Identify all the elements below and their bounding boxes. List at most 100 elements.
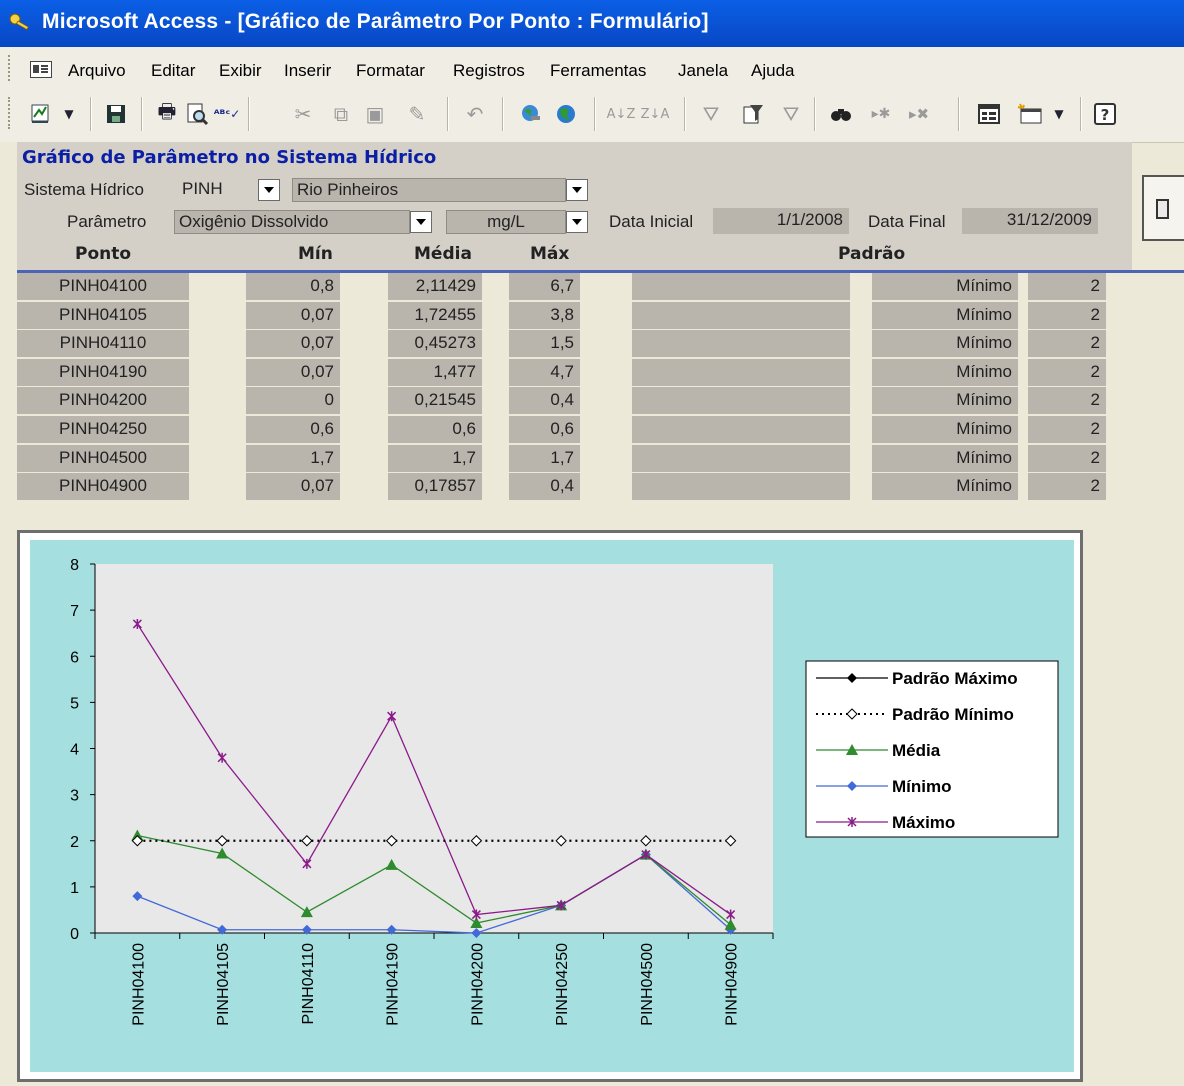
cell-padrao-valor[interactable]: 2	[1028, 416, 1106, 443]
cell-padrao-valor[interactable]: 2	[1028, 387, 1106, 415]
cell-ponto[interactable]: PINH04190	[17, 358, 189, 386]
sistema-code-dropdown-icon[interactable]	[258, 179, 280, 201]
new-object-icon[interactable]	[1017, 101, 1043, 127]
spelling-icon[interactable]: ᴬᴮᶜ✓	[214, 101, 241, 127]
menu-arquivo[interactable]: Arquivo	[68, 61, 126, 81]
copy-icon[interactable]: ⧉	[328, 101, 354, 127]
insert-hyperlink-icon[interactable]	[518, 101, 544, 127]
cell-max[interactable]: 4,7	[509, 358, 580, 386]
cell-media[interactable]: 0,17857	[388, 473, 482, 501]
cell-padrao-tipo[interactable]: Mínimo	[872, 330, 1018, 358]
menu-formatar[interactable]: Formatar	[356, 61, 425, 81]
cell-max[interactable]: 1,5	[509, 330, 580, 358]
unit-combo[interactable]: mg/L	[446, 210, 566, 234]
cell-padrao-tipo[interactable]: Mínimo	[872, 273, 1018, 300]
menu-exibir[interactable]: Exibir	[219, 61, 262, 81]
cell-media[interactable]: 0,45273	[388, 330, 482, 358]
print-icon[interactable]: 🖶	[154, 99, 180, 127]
delete-record-icon[interactable]: ▸✖	[906, 101, 932, 127]
cell-max[interactable]: 0,6	[509, 416, 580, 443]
cell-padrao-tipo[interactable]: Mínimo	[872, 301, 1018, 329]
unit-dropdown-icon[interactable]	[566, 211, 588, 233]
view-dropdown-icon[interactable]: ▼	[62, 101, 76, 127]
cut-icon[interactable]: ✂	[290, 101, 316, 127]
cell-max[interactable]: 3,8	[509, 301, 580, 329]
cell-media[interactable]: 1,7	[388, 444, 482, 472]
view-icon[interactable]	[30, 101, 56, 127]
filter-by-selection-icon[interactable]: ⛛	[698, 101, 724, 127]
cell-padrao-valor[interactable]: 2	[1028, 273, 1106, 300]
cell-padrao-valor[interactable]: 2	[1028, 330, 1106, 358]
new-object-dropdown-icon[interactable]: ▼	[1052, 101, 1066, 127]
cell-padrao-blank[interactable]	[632, 387, 850, 415]
apply-filter-icon[interactable]: ⛛	[778, 101, 804, 127]
parametro-combo[interactable]: Oxigênio Dissolvido	[174, 210, 410, 234]
undo-icon[interactable]: ↶	[462, 101, 488, 127]
sort-ascending-icon[interactable]: A↓Z	[607, 101, 636, 127]
menu-grip[interactable]	[8, 55, 13, 81]
cell-padrao-blank[interactable]	[632, 330, 850, 358]
cell-max[interactable]: 1,7	[509, 444, 580, 472]
toolbar-grip[interactable]	[8, 97, 13, 129]
cell-media[interactable]: 1,477	[388, 358, 482, 386]
sistema-name-combo[interactable]: Rio Pinheiros	[292, 178, 566, 202]
menu-janela[interactable]: Janela	[678, 61, 728, 81]
cell-min[interactable]: 1,7	[246, 444, 340, 472]
print-preview-icon[interactable]	[184, 101, 210, 127]
cell-padrao-valor[interactable]: 2	[1028, 301, 1106, 329]
cell-min[interactable]: 0,07	[246, 330, 340, 358]
data-final-field[interactable]: 31/12/2009	[962, 208, 1098, 234]
cell-padrao-valor[interactable]: 2	[1028, 473, 1106, 501]
cell-padrao-blank[interactable]	[632, 473, 850, 501]
cell-ponto[interactable]: PINH04110	[17, 330, 189, 358]
cell-ponto[interactable]: PINH04105	[17, 301, 189, 329]
cell-min[interactable]: 0,07	[246, 473, 340, 501]
format-painter-icon[interactable]: ✎	[404, 101, 430, 127]
cell-padrao-valor[interactable]: 2	[1028, 444, 1106, 472]
menu-ferramentas[interactable]: Ferramentas	[550, 61, 646, 81]
menu-editar[interactable]: Editar	[151, 61, 195, 81]
database-window-icon[interactable]	[976, 101, 1002, 127]
cell-max[interactable]: 0,4	[509, 473, 580, 501]
find-icon[interactable]	[828, 101, 854, 127]
menu-registros[interactable]: Registros	[453, 61, 525, 81]
cell-padrao-blank[interactable]	[632, 358, 850, 386]
cell-padrao-blank[interactable]	[632, 416, 850, 443]
cell-ponto[interactable]: PINH04200	[17, 387, 189, 415]
cell-padrao-tipo[interactable]: Mínimo	[872, 416, 1018, 443]
sort-descending-icon[interactable]: Z↓A	[641, 101, 670, 127]
cell-padrao-blank[interactable]	[632, 444, 850, 472]
cell-padrao-tipo[interactable]: Mínimo	[872, 358, 1018, 386]
cell-ponto[interactable]: PINH04100	[17, 273, 189, 300]
sistema-code-combo[interactable]: PINH	[178, 178, 258, 202]
data-inicial-field[interactable]: 1/1/2008	[713, 208, 849, 234]
cell-min[interactable]: 0,07	[246, 358, 340, 386]
filter-by-form-icon[interactable]	[740, 101, 766, 127]
cell-min[interactable]: 0	[246, 387, 340, 415]
cell-padrao-tipo[interactable]: Mínimo	[872, 444, 1018, 472]
cell-media[interactable]: 1,72455	[388, 301, 482, 329]
cell-max[interactable]: 0,4	[509, 387, 580, 415]
web-toolbar-icon[interactable]	[553, 101, 579, 127]
cell-max[interactable]: 6,7	[509, 273, 580, 300]
cell-padrao-tipo[interactable]: Mínimo	[872, 473, 1018, 501]
cell-min[interactable]: 0,8	[246, 273, 340, 300]
cell-padrao-tipo[interactable]: Mínimo	[872, 387, 1018, 415]
form-icon[interactable]	[30, 61, 52, 78]
paste-icon[interactable]: ▣	[362, 101, 388, 127]
cell-padrao-blank[interactable]	[632, 273, 850, 300]
cell-padrao-valor[interactable]: 2	[1028, 358, 1106, 386]
new-record-icon[interactable]: ▸✱	[868, 101, 894, 127]
exit-form-button[interactable]	[1142, 175, 1184, 241]
cell-media[interactable]: 0,21545	[388, 387, 482, 415]
sistema-name-dropdown-icon[interactable]	[566, 179, 588, 201]
help-icon[interactable]: ?	[1092, 101, 1118, 127]
menu-ajuda[interactable]: Ajuda	[751, 61, 794, 81]
cell-media[interactable]: 0,6	[388, 416, 482, 443]
cell-ponto[interactable]: PINH04500	[17, 444, 189, 472]
cell-ponto[interactable]: PINH04250	[17, 416, 189, 443]
cell-ponto[interactable]: PINH04900	[17, 473, 189, 501]
parametro-dropdown-icon[interactable]	[410, 211, 432, 233]
save-icon[interactable]	[103, 101, 129, 127]
cell-min[interactable]: 0,07	[246, 301, 340, 329]
